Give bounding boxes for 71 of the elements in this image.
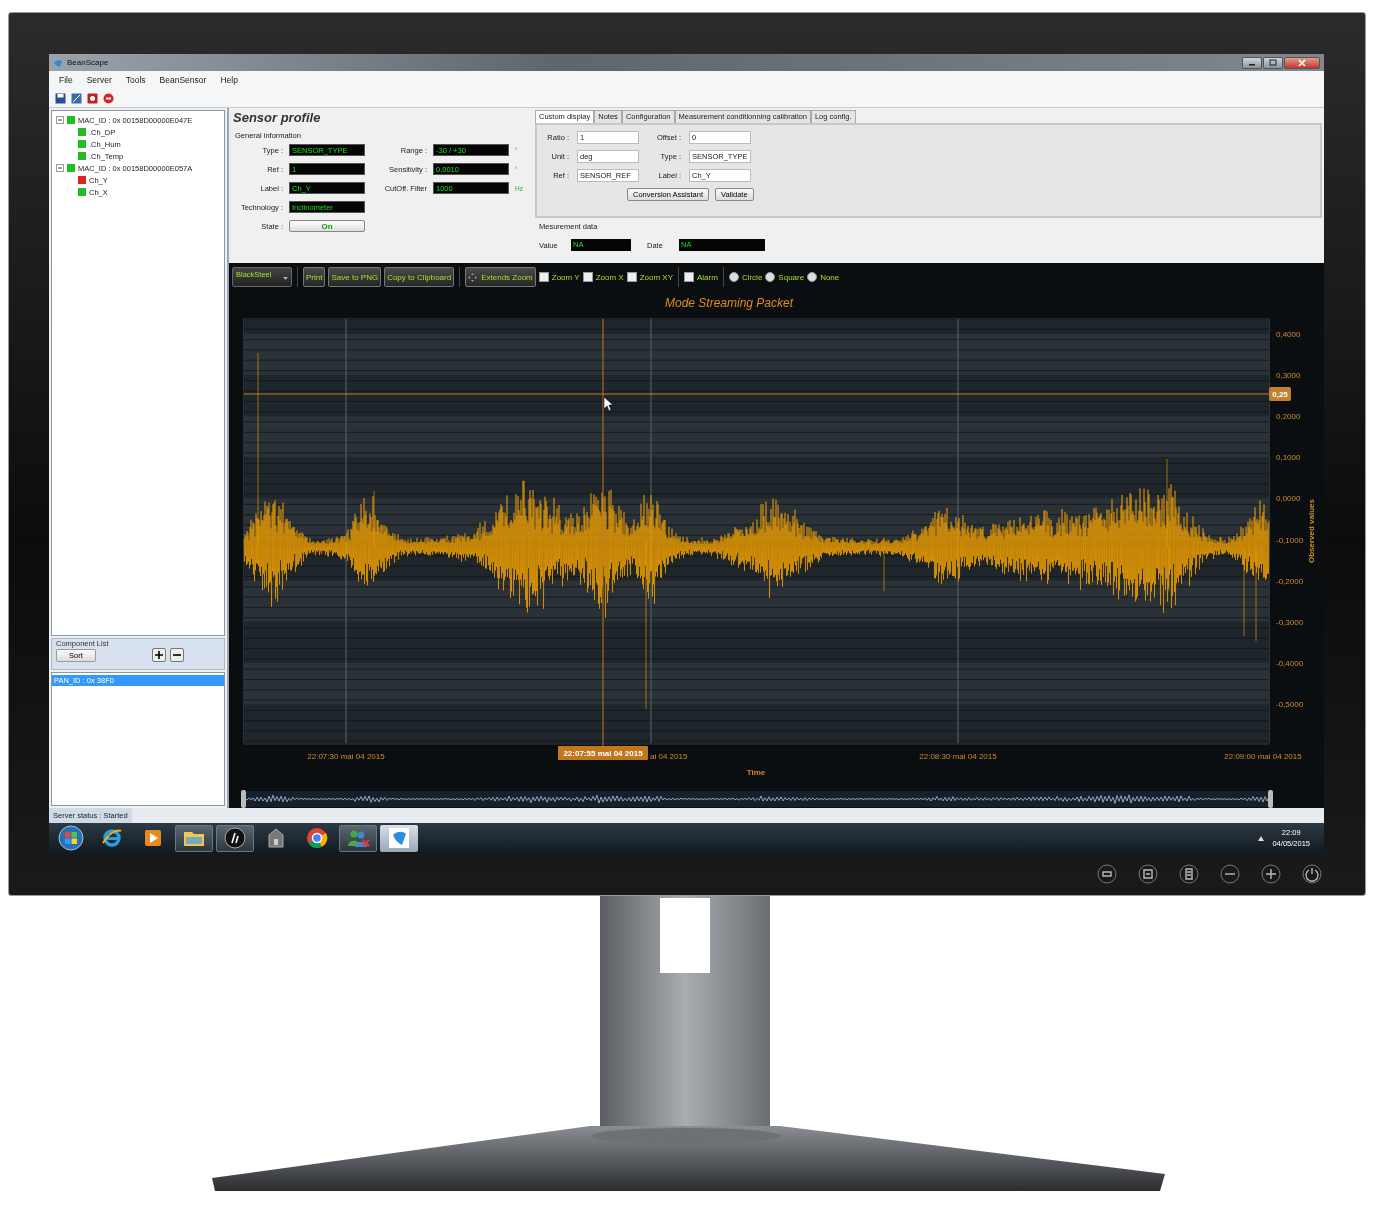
cursor-time-label: 22:07:55 mai 04 2015 bbox=[558, 746, 648, 760]
panel-title: Sensor profile bbox=[233, 110, 322, 125]
collapse-icon[interactable] bbox=[56, 116, 64, 124]
app-icon[interactable] bbox=[388, 827, 410, 849]
toolbar-button[interactable]: Print bbox=[303, 267, 326, 287]
axis-title: Observed values bbox=[1307, 499, 1316, 563]
menu-item[interactable]: Tools bbox=[125, 75, 146, 85]
plus-icon bbox=[155, 651, 163, 659]
add-button[interactable] bbox=[152, 648, 166, 662]
zoom-button[interactable]: Extends Zoom bbox=[465, 267, 536, 287]
input-icon[interactable] bbox=[1097, 864, 1117, 884]
tray-arrow-icon[interactable] bbox=[1258, 835, 1265, 841]
axis-tick-label: 0,1000 bbox=[1276, 453, 1301, 463]
radio-button[interactable]: None bbox=[807, 272, 840, 282]
axis-tick-label: -0,5000 bbox=[1276, 699, 1304, 709]
checkbox[interactable]: Alarm bbox=[684, 272, 718, 282]
axis-tick-label: 0,2000 bbox=[1276, 412, 1301, 422]
close-button[interactable] bbox=[1284, 56, 1320, 69]
chrome-icon[interactable] bbox=[306, 827, 328, 849]
axis-title: Time bbox=[746, 768, 766, 777]
axis-tick-label: 22:09:00 mai 04 2015 bbox=[1224, 752, 1302, 761]
close-icon bbox=[1298, 58, 1306, 67]
menu-item[interactable]: File bbox=[59, 75, 73, 85]
start-button-icon[interactable] bbox=[58, 825, 84, 851]
menu-item[interactable]: Help bbox=[220, 75, 238, 85]
source-icon[interactable] bbox=[1138, 864, 1158, 884]
toolbar-button[interactable]: Save to PNG bbox=[328, 267, 382, 287]
chart-title: Mode Streaming Packet bbox=[664, 296, 794, 310]
axis-tick-label: -0,2000 bbox=[1276, 576, 1304, 586]
people-icon[interactable] bbox=[346, 828, 370, 848]
radio-button[interactable]: Square bbox=[765, 272, 805, 282]
window-title: BeanScape bbox=[67, 58, 110, 67]
axis-tick-label: 22:08:30 mai 04 2015 bbox=[919, 752, 997, 761]
axis-tick-label: -0,3000 bbox=[1276, 617, 1304, 627]
toolbar-button[interactable]: Copy to Clipboard bbox=[384, 267, 455, 287]
axis-tick-label: ai 04 2015 bbox=[650, 752, 688, 761]
axis-tick-label: 0,3000 bbox=[1276, 371, 1301, 381]
radio-button[interactable]: Circle bbox=[728, 272, 763, 282]
play-icon[interactable] bbox=[143, 828, 163, 848]
menu-icon[interactable] bbox=[1179, 864, 1199, 884]
collapse-icon[interactable] bbox=[56, 164, 64, 172]
axis-tick-label: 0,4000 bbox=[1276, 330, 1301, 339]
logo-icon[interactable] bbox=[224, 827, 246, 849]
menu-item[interactable]: BeanSensor bbox=[159, 75, 207, 85]
maximize-button[interactable] bbox=[1263, 56, 1283, 69]
checkbox[interactable]: Zoom X bbox=[582, 272, 624, 282]
mouse-pointer-icon bbox=[603, 396, 614, 412]
menu-item[interactable]: Server bbox=[86, 75, 112, 85]
remove-button[interactable] bbox=[170, 648, 184, 662]
minimize-button[interactable] bbox=[1242, 56, 1262, 69]
plus-icon[interactable] bbox=[1261, 864, 1281, 884]
minus-icon[interactable] bbox=[1220, 864, 1240, 884]
save-icon[interactable] bbox=[55, 92, 66, 104]
overview-strip[interactable] bbox=[241, 790, 1273, 808]
app-icon bbox=[53, 57, 63, 68]
stop-icon[interactable] bbox=[103, 92, 114, 104]
cursor-value-label: 0,25 bbox=[1269, 387, 1291, 401]
browser-icon[interactable] bbox=[101, 827, 123, 849]
device-icon[interactable] bbox=[87, 92, 98, 104]
move-icon bbox=[468, 272, 478, 282]
axis-tick-label: 0,0000 bbox=[1276, 494, 1301, 504]
axis-tick-label: -0,1000 bbox=[1276, 535, 1304, 545]
checkbox[interactable]: Zoom Y bbox=[538, 272, 580, 282]
caret-icon bbox=[283, 277, 288, 280]
axis-tick-label: -0,4000 bbox=[1276, 658, 1304, 668]
minus-icon bbox=[173, 651, 181, 659]
house-icon[interactable] bbox=[268, 828, 284, 848]
checkbox[interactable]: Zoom XY bbox=[626, 272, 673, 282]
power-icon[interactable] bbox=[1302, 864, 1322, 884]
maximize-icon bbox=[1269, 59, 1277, 66]
axis-tick-label: 22:07:30 mai 04 2015 bbox=[307, 752, 385, 761]
